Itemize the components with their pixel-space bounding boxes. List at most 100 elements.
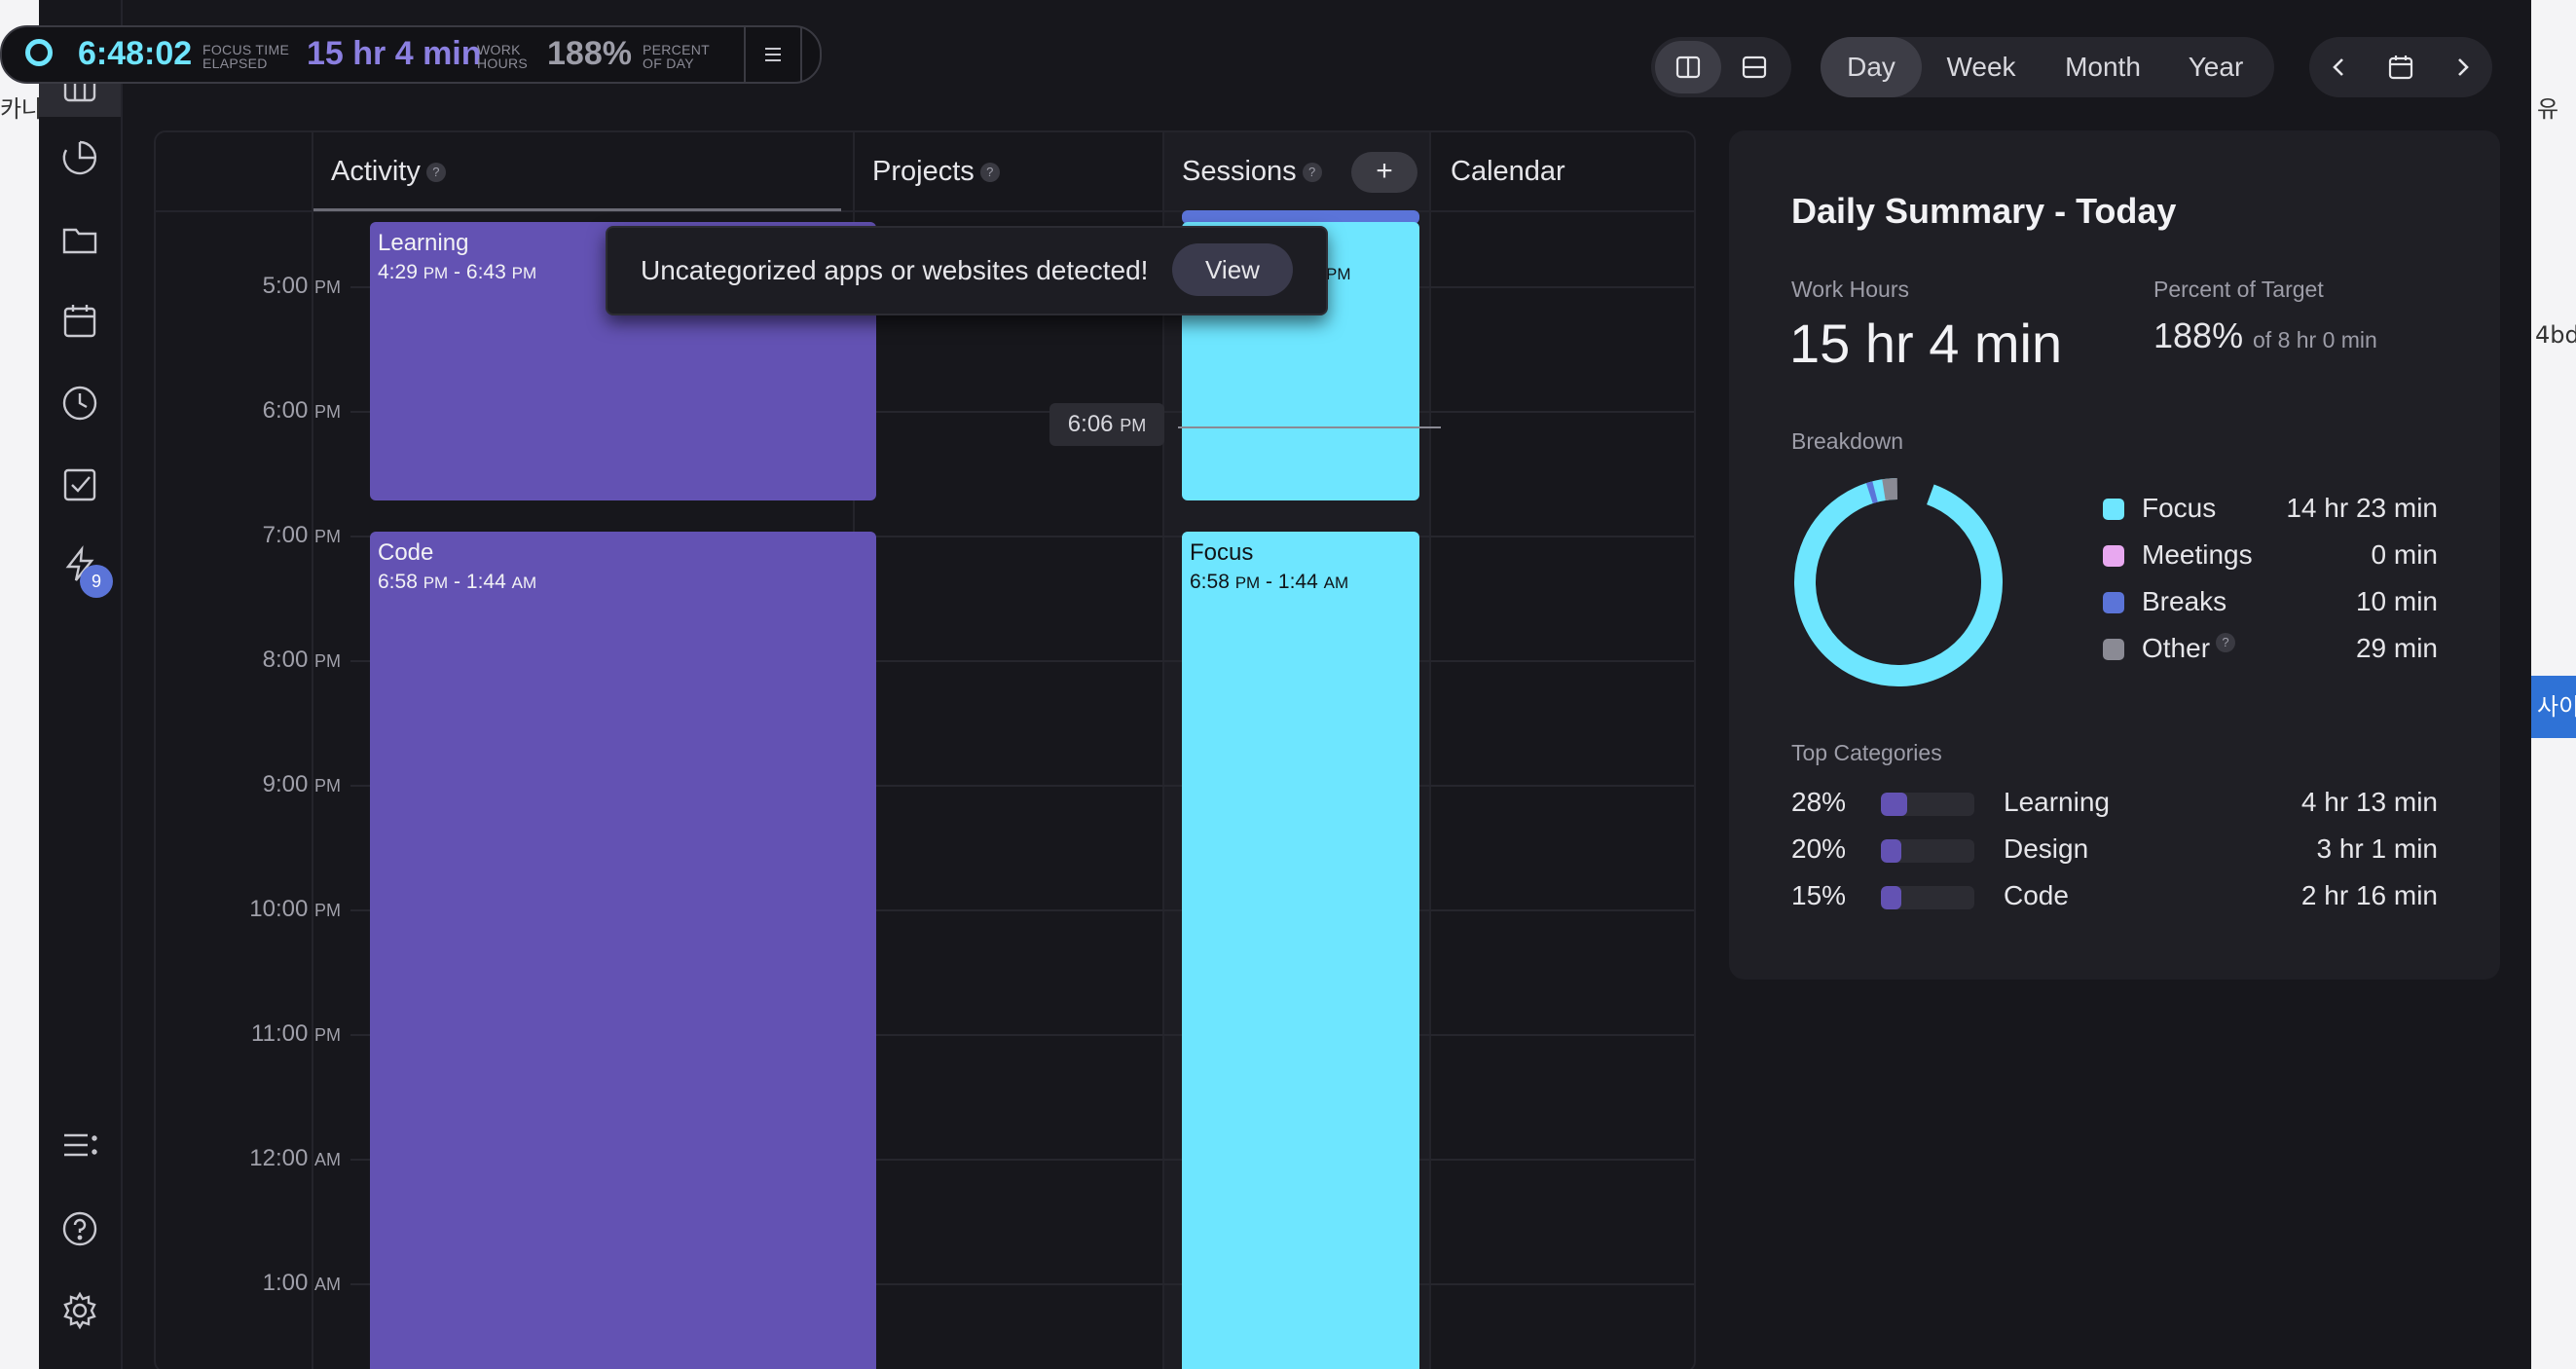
focus-time-elapsed: 6:48:02 xyxy=(78,35,193,72)
work-hours-label: Work Hours xyxy=(1791,277,1909,302)
block-title: Code xyxy=(378,539,434,566)
legend-name: Breaks xyxy=(2142,586,2227,616)
date-picker-button[interactable] xyxy=(2371,37,2431,97)
checkbox-icon[interactable] xyxy=(56,462,103,508)
category-bar xyxy=(1881,793,1974,816)
time-label: 7:00 PM xyxy=(262,522,341,548)
help-icon[interactable]: ? xyxy=(425,163,446,183)
tab-month[interactable]: Month xyxy=(2041,37,2165,97)
clock-icon[interactable] xyxy=(56,380,103,426)
legend-name: Meetings xyxy=(2142,539,2253,570)
category-percent: 15% xyxy=(1791,880,1847,910)
block-time: 6:58 PM - 1:44 AM xyxy=(378,571,537,593)
daily-summary-panel: Daily Summary - Today Work Hours 15 hr 4… xyxy=(1729,130,2500,980)
list-icon[interactable] xyxy=(56,1122,103,1168)
background-text-left: 카나 xyxy=(0,95,44,123)
donut-focus-segment xyxy=(1794,478,2003,686)
block-time: 6:58 PM - 1:44 AM xyxy=(1190,571,1349,593)
column-header-sessions: Sessions? xyxy=(1182,132,1322,210)
breakdown-donut-chart xyxy=(1794,478,2003,686)
legend-dot-meetings xyxy=(2103,545,2124,567)
rows-icon xyxy=(1742,56,1767,79)
layout-toggle xyxy=(1651,37,1791,97)
help-icon[interactable]: ? xyxy=(1302,163,1322,183)
time-label: 10:00 PM xyxy=(249,896,341,922)
legend-dot-other xyxy=(2103,639,2124,660)
help-icon[interactable]: ? xyxy=(979,163,1000,183)
background-text-right-1: 유 xyxy=(2537,95,2559,123)
breakdown-label: Breakdown xyxy=(1791,428,1904,454)
category-percent: 28% xyxy=(1791,787,1847,817)
top-categories-label: Top Categories xyxy=(1791,740,1942,765)
current-time-line xyxy=(1178,426,1441,428)
legend-name: Other? xyxy=(2142,633,2236,664)
pie-chart-icon[interactable] xyxy=(56,134,103,181)
block-time-partial: PM xyxy=(1326,265,1351,283)
legend-value: 10 min xyxy=(2355,586,2438,616)
tab-year[interactable]: Year xyxy=(2165,37,2266,97)
date-navigation xyxy=(2309,37,2492,97)
toast-message: Uncategorized apps or websites detected! xyxy=(641,255,1149,285)
notification-badge: 9 xyxy=(80,565,113,598)
columns-icon xyxy=(1675,56,1701,79)
add-session-button[interactable]: + xyxy=(1351,152,1417,193)
legend-value: 0 min xyxy=(2371,539,2438,570)
split-columns-view-button[interactable] xyxy=(1655,41,1721,93)
block-title: Focus xyxy=(1190,539,1254,566)
percent-of-day-label: PERCENT OF DAY xyxy=(643,42,710,71)
category-value: 3 hr 1 min xyxy=(2316,833,2439,864)
time-label: 5:00 PM xyxy=(262,273,341,299)
work-hours-value: 15 hr 4 min xyxy=(1789,313,2063,374)
background-text-right-2: 4bd xyxy=(2535,321,2576,349)
legend-value: 29 min xyxy=(2355,633,2438,663)
time-label: 9:00 PM xyxy=(262,771,341,797)
view-button[interactable]: View xyxy=(1172,243,1293,296)
timer-ring-icon xyxy=(25,39,53,66)
column-header-calendar: Calendar xyxy=(1451,156,1565,187)
timer-menu-button[interactable] xyxy=(744,27,802,82)
previous-button[interactable] xyxy=(2309,37,2370,97)
time-label: 1:00 AM xyxy=(262,1270,341,1296)
category-name: Code xyxy=(2004,880,2069,910)
category-name: Design xyxy=(2004,833,2089,864)
help-icon[interactable] xyxy=(56,1205,103,1252)
work-hours-label: WORK HOURS xyxy=(477,42,529,71)
time-label: 8:00 PM xyxy=(262,647,341,673)
legend-name: Focus xyxy=(2142,493,2217,523)
app-window: 9 Day Week Month Year Activity ? Project… xyxy=(39,0,2531,1369)
calendar-icon[interactable] xyxy=(56,298,103,345)
calendar-panel: Activity? Projects? Sessions? + Calendar… xyxy=(154,130,1696,1369)
category-bar xyxy=(1881,839,1974,863)
column-header-activity: Activity? xyxy=(331,132,446,210)
activity-block-code[interactable]: Code 6:58 PM - 1:44 AM xyxy=(370,532,876,1369)
category-percent: 20% xyxy=(1791,833,1847,864)
category-value: 2 hr 16 min xyxy=(2300,880,2438,910)
current-time-indicator: 6:06 PM xyxy=(1049,403,1164,446)
work-hours-value: 15 hr 4 min xyxy=(307,35,482,72)
donut-breaks-segment xyxy=(1794,478,2003,686)
summary-title: Daily Summary - Today xyxy=(1791,191,2177,231)
time-label: 11:00 PM xyxy=(251,1020,341,1047)
chevron-right-icon xyxy=(2458,58,2469,76)
donut-other-segment xyxy=(1794,478,2003,686)
range-tabs: Day Week Month Year xyxy=(1821,37,2274,97)
help-icon[interactable]: ? xyxy=(2216,633,2236,652)
next-button[interactable] xyxy=(2432,37,2492,97)
split-rows-view-button[interactable] xyxy=(1721,41,1787,93)
settings-icon[interactable] xyxy=(56,1287,103,1334)
percent-of-day-value: 188% xyxy=(547,35,632,72)
tab-day[interactable]: Day xyxy=(1821,37,1922,97)
folder-icon[interactable] xyxy=(56,216,103,263)
legend-value: 14 hr 23 min xyxy=(2286,493,2438,523)
focus-timer-bar[interactable]: 6:48:02 FOCUS TIME ELAPSED 15 hr 4 min WO… xyxy=(0,25,822,84)
calendar-icon xyxy=(2388,56,2413,80)
category-bar xyxy=(1881,886,1974,909)
legend-dot-breaks xyxy=(2103,592,2124,613)
percent-of-target-base: of 8 hr 0 min xyxy=(2253,327,2377,352)
background-blue-button: 사이 xyxy=(2531,676,2576,738)
category-value: 4 hr 13 min xyxy=(2300,787,2438,817)
menu-icon xyxy=(765,48,781,61)
tab-week[interactable]: Week xyxy=(1922,37,2041,97)
legend-dot-focus xyxy=(2103,499,2124,520)
session-block-focus-2[interactable]: Focus 6:58 PM - 1:44 AM xyxy=(1182,532,1419,1369)
